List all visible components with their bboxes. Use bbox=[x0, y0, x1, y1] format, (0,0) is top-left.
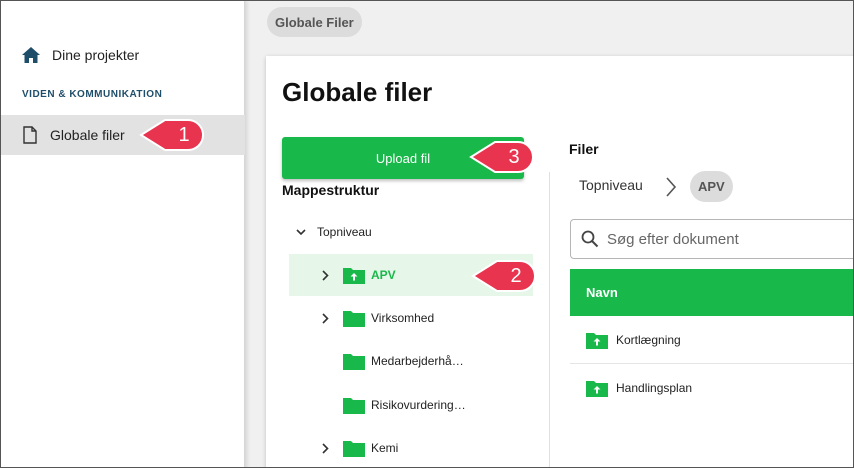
folder-upload-icon bbox=[586, 381, 608, 397]
callout-number: 2 bbox=[510, 264, 522, 287]
files-breadcrumb-current[interactable]: APV bbox=[690, 171, 733, 202]
files-title: Filer bbox=[569, 141, 599, 157]
panel-divider bbox=[549, 172, 550, 467]
tree-item-label: APV bbox=[371, 268, 396, 282]
files-breadcrumb-root[interactable]: Topniveau bbox=[579, 177, 643, 193]
home-icon bbox=[22, 47, 40, 63]
chevron-down-icon[interactable] bbox=[289, 224, 313, 240]
table-row[interactable]: Kortlægning bbox=[570, 316, 853, 364]
chevron-right-icon[interactable] bbox=[313, 267, 337, 283]
search-icon bbox=[581, 230, 599, 248]
column-header-navn[interactable]: Navn bbox=[570, 269, 853, 316]
tree-item-label: Virksomhed bbox=[371, 311, 435, 325]
sidebar-item-label: Dine projekter bbox=[52, 47, 140, 63]
tree-title: Mappestruktur bbox=[282, 182, 380, 198]
folder-icon bbox=[343, 398, 365, 414]
search-field[interactable] bbox=[570, 219, 853, 259]
folder-upload-icon bbox=[343, 268, 365, 284]
section-label: VIDEN & KOMMUNIKATION bbox=[22, 89, 163, 100]
callout-3: 3 bbox=[469, 140, 535, 174]
search-input[interactable] bbox=[607, 230, 847, 248]
folder-icon bbox=[343, 441, 365, 457]
tree-item-medarbejder[interactable]: Medarbejderhå… bbox=[289, 340, 533, 382]
callout-number: 3 bbox=[508, 145, 520, 168]
tree-item-label: Kemi bbox=[371, 441, 399, 455]
sidebar-item-globale-filer[interactable]: Globale filer bbox=[1, 115, 245, 155]
breadcrumb[interactable]: Globale Filer bbox=[267, 7, 362, 37]
folder-icon bbox=[343, 354, 365, 370]
page-title: Globale filer bbox=[282, 77, 433, 107]
main-card: Globale filer Upload fil Mappestruktur T… bbox=[266, 56, 853, 467]
tree-item-risikovurdering[interactable]: Risikovurdering… bbox=[289, 384, 533, 426]
tree-item-virksomhed[interactable]: Virksomhed bbox=[289, 297, 533, 339]
chevron-right-icon[interactable] bbox=[313, 440, 337, 456]
file-name: Handlingsplan bbox=[616, 381, 693, 395]
folder-upload-icon bbox=[586, 332, 608, 349]
tree-item-label: Medarbejderhå… bbox=[371, 354, 464, 368]
document-icon bbox=[23, 126, 37, 144]
sidebar: Dine projekter VIDEN & KOMMUNIKATION Glo… bbox=[1, 1, 245, 467]
tree-item-label: Topniveau bbox=[317, 225, 372, 239]
sidebar-item-dine-projekter[interactable]: Dine projekter bbox=[1, 35, 245, 75]
callout-1: 1 bbox=[139, 118, 205, 152]
app-window: Dine projekter VIDEN & KOMMUNIKATION Glo… bbox=[0, 0, 854, 468]
folder-icon bbox=[343, 311, 365, 327]
file-name: Kortlægning bbox=[616, 332, 681, 347]
tree-item-topniveau[interactable]: Topniveau bbox=[289, 211, 533, 253]
callout-number: 1 bbox=[178, 123, 190, 146]
callout-2: 2 bbox=[471, 259, 537, 293]
tree-item-kemi[interactable]: Kemi bbox=[289, 427, 533, 467]
sidebar-item-label: Globale filer bbox=[50, 127, 125, 143]
table-row[interactable]: Handlingsplan bbox=[570, 364, 853, 412]
chevron-right-icon[interactable] bbox=[313, 310, 337, 326]
chevron-right-icon bbox=[666, 177, 677, 197]
tree-item-label: Risikovurdering… bbox=[371, 398, 466, 412]
